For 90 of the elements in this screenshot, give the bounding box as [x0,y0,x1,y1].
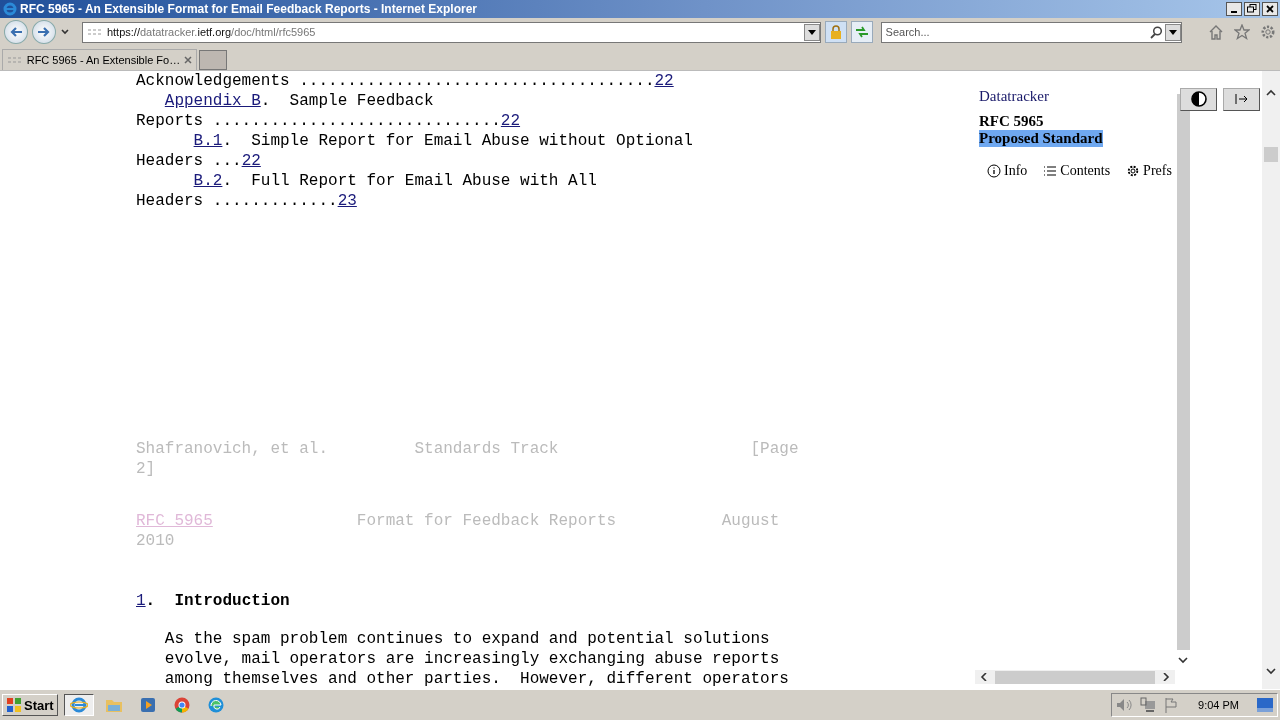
clock: 9:04 PM [1198,699,1239,711]
document-link[interactable]: 22 [654,71,674,90]
window-title: RFC 5965 - An Extensible Format for Email Feedback Reports - Internet Explorer [20,2,478,16]
forward-button[interactable] [31,20,56,45]
speaker-icon[interactable] [1116,698,1133,712]
address-dropdown-button[interactable] [803,23,820,41]
settings-icon [1260,24,1277,41]
sidebar-nav-link[interactable]: Prefs [1126,162,1172,179]
browser-logo-icon [2,1,18,17]
forward-arrow-icon [36,26,51,39]
scroll-up-button[interactable] [1266,88,1276,97]
search-icon [1150,25,1164,39]
show-desktop-icon[interactable] [1257,698,1273,712]
list-icon [1043,164,1058,177]
restore-button[interactable] [1244,2,1260,16]
chevron-left-icon [980,673,990,682]
sidebar-nav-link[interactable]: Contents [1043,162,1111,179]
edge-icon [207,697,224,713]
settings-icon [1126,163,1141,178]
search-field[interactable]: Search... [880,21,1183,43]
scrollbar-thumb[interactable] [1264,146,1278,162]
info-icon [987,163,1001,178]
back-arrow-icon [9,26,23,39]
chevron-down-icon [1266,667,1276,676]
collapse-sidebar-button[interactable] [1223,87,1260,111]
document-text: . Simple Report for Email Abuse without Optional [222,131,693,150]
history-caret-icon [59,28,70,37]
document-text: Headers ............. [136,191,338,210]
browser-tab[interactable]: RFC 5965 - An Extensible Fo… [2,48,197,70]
browser-icon [69,696,88,714]
scrollbar-thumb[interactable] [995,670,1155,684]
back-button[interactable] [4,20,28,45]
scroll-down-button[interactable] [1266,667,1276,676]
address-field[interactable]: https://datatracker.ietf.org/doc/html/rfc5965 [81,21,821,43]
document-link[interactable]: B.2 [193,171,223,190]
document-text: . Full Report for Email Abuse with All [222,171,597,190]
page-icon [7,55,23,64]
star-icon [1234,24,1251,41]
refresh-icon [854,26,869,39]
site-link[interactable]: Datatracker [979,87,1049,105]
status-label: Proposed Standard [979,129,1103,147]
sidebar-nav-link[interactable]: Info [987,162,1028,179]
home-button[interactable] [1208,24,1225,41]
minimize-button[interactable] [1226,2,1242,16]
document-text: . Sample Feedback [260,91,434,110]
document-link[interactable]: 1 [136,591,146,610]
document-name: RFC 5965 [979,112,1044,130]
close-button[interactable] [1262,2,1278,16]
chevron-down-icon [1178,656,1188,665]
flag-icon[interactable] [1164,697,1179,713]
document-link[interactable]: 23 [337,191,357,210]
document-link[interactable]: 22 [241,151,261,170]
document-link[interactable]: 22 [500,111,521,130]
page-icon [86,28,103,37]
document-text: Format for Feedback Reports August [355,511,780,530]
padlock-icon [829,25,842,40]
media-player-icon [139,697,156,713]
document-text: Reports .............................. [136,111,501,130]
chevron-right-icon [1160,673,1170,682]
caret-icon [1169,29,1178,35]
arrow-to-bar-icon [1234,94,1249,105]
close-tab-icon [184,55,192,64]
favorites-button[interactable] [1234,24,1251,41]
document-link[interactable]: B.1 [193,131,223,150]
chrome-icon [173,697,190,713]
caret-icon [807,29,816,35]
document-text: evolve, mail operators are increasingly exchanging abuse reports [164,649,780,668]
theme-toggle-button[interactable] [1180,87,1217,111]
document-text: 2] [136,459,156,478]
document-link[interactable]: Appendix B [164,91,261,110]
document-text: Acknowledgements ..................................... [136,71,655,90]
windows-logo-icon [6,697,22,713]
restore-icon [1247,4,1257,14]
chevron-up-icon [1266,88,1276,97]
network-icon[interactable] [1140,697,1157,713]
close-icon [1266,5,1274,13]
document-text: 2010 [136,531,175,550]
refresh-button[interactable] [850,21,873,44]
start-button[interactable]: Start [2,694,58,716]
contrast-icon [1190,91,1207,108]
home-icon [1208,24,1225,41]
settings-button[interactable] [1260,24,1277,41]
new-tab-button[interactable] [199,49,227,70]
section-heading: . Introduction [145,591,290,610]
taskbar-app-button[interactable] [63,694,94,716]
document-text: Shafranovich, et al. Standards Track [Page [136,439,799,458]
document-text: Headers ... [136,151,242,170]
document-text: As the spam problem continues to expand and potential solutions [164,629,770,648]
folder-icon [104,697,123,713]
document-text: among themselves and other parties. However, different operators [164,669,789,688]
